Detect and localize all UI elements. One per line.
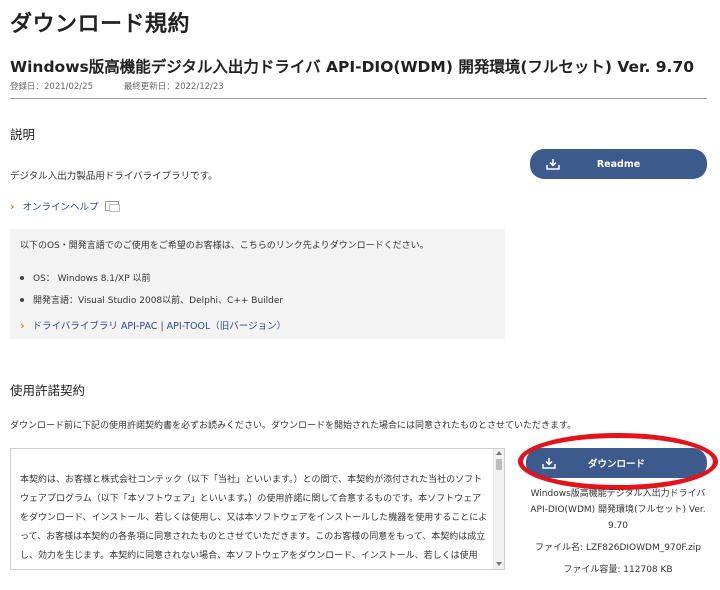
license-text-box[interactable]: 本契約は、お客様と株式会社コンテック（以下「当社」といいます。）との間で、本契約…: [10, 448, 505, 570]
list-item: 開発言語：Visual Studio 2008以前、Delphi、C++ Bui…: [20, 293, 283, 306]
license-scrollbar[interactable]: [493, 449, 504, 569]
scroll-up-icon[interactable]: [496, 451, 502, 455]
list-item: OS： Windows 8.1/XP 以前: [20, 271, 151, 284]
page-title: ダウンロード規約: [10, 12, 191, 37]
readme-button[interactable]: Readme: [530, 149, 707, 179]
updated-date: 最終更新日：2022/12/23: [123, 82, 224, 92]
window-icon: [104, 201, 120, 212]
scroll-down-icon[interactable]: [496, 562, 502, 566]
download-product-name: Windows版高機能デジタル入出力ドライバ API-DIO(WDM) 開発環境…: [530, 489, 706, 531]
chevron-right-icon: ›: [10, 199, 15, 213]
description-text: デジタル入出力製品用ドライバライブラリです。: [10, 171, 218, 182]
file-size: ファイル容量: 112708 KB: [563, 565, 673, 575]
license-body: 本契約は、お客様と株式会社コンテック（以下「当社」といいます。）との間で、本契約…: [20, 475, 488, 561]
download-button-label: ダウンロード: [587, 459, 645, 470]
legacy-driver-link[interactable]: › ドライバライブラリ API-PAC | API-TOOL（旧バージョン）: [20, 318, 287, 333]
legacy-driver-link-label: ドライバライブラリ API-PAC | API-TOOL（旧バージョン）: [32, 321, 287, 332]
download-button[interactable]: ダウンロード: [526, 448, 707, 478]
license-notice: ダウンロード前に下記の使用許諾契約書を必ずお読みください。ダウンロードを開始され…: [10, 421, 577, 431]
chevron-right-icon: ›: [20, 318, 25, 332]
title-divider: [10, 98, 707, 99]
legacy-os-info-box: 以下のOS・開発言語でのご使用をご希望のお客様は、こちらのリンク先よりダウンロー…: [10, 229, 505, 339]
description-heading: 説明: [10, 127, 36, 142]
license-heading: 使用許諾契約: [10, 383, 86, 398]
online-help-label: オンラインヘルプ: [22, 202, 99, 213]
online-help-link[interactable]: › オンラインヘルプ: [10, 199, 120, 213]
date-info: 登録日：2021/02/25 最終更新日：2022/12/23: [10, 80, 252, 92]
file-name: ファイル名: LZF826DIOWDM_970F.zip: [535, 543, 701, 553]
legacy-intro-text: 以下のOS・開発言語でのご使用をご希望のお客様は、こちらのリンク先よりダウンロー…: [20, 241, 429, 251]
registered-date: 登録日：2021/02/25: [10, 82, 93, 92]
download-icon: [542, 458, 556, 469]
scroll-thumb[interactable]: [496, 459, 502, 470]
product-title: Windows版高機能デジタル入出力ドライバ API-DIO(WDM) 開発環境…: [10, 58, 695, 76]
readme-button-label: Readme: [596, 158, 641, 170]
download-icon: [546, 159, 560, 170]
